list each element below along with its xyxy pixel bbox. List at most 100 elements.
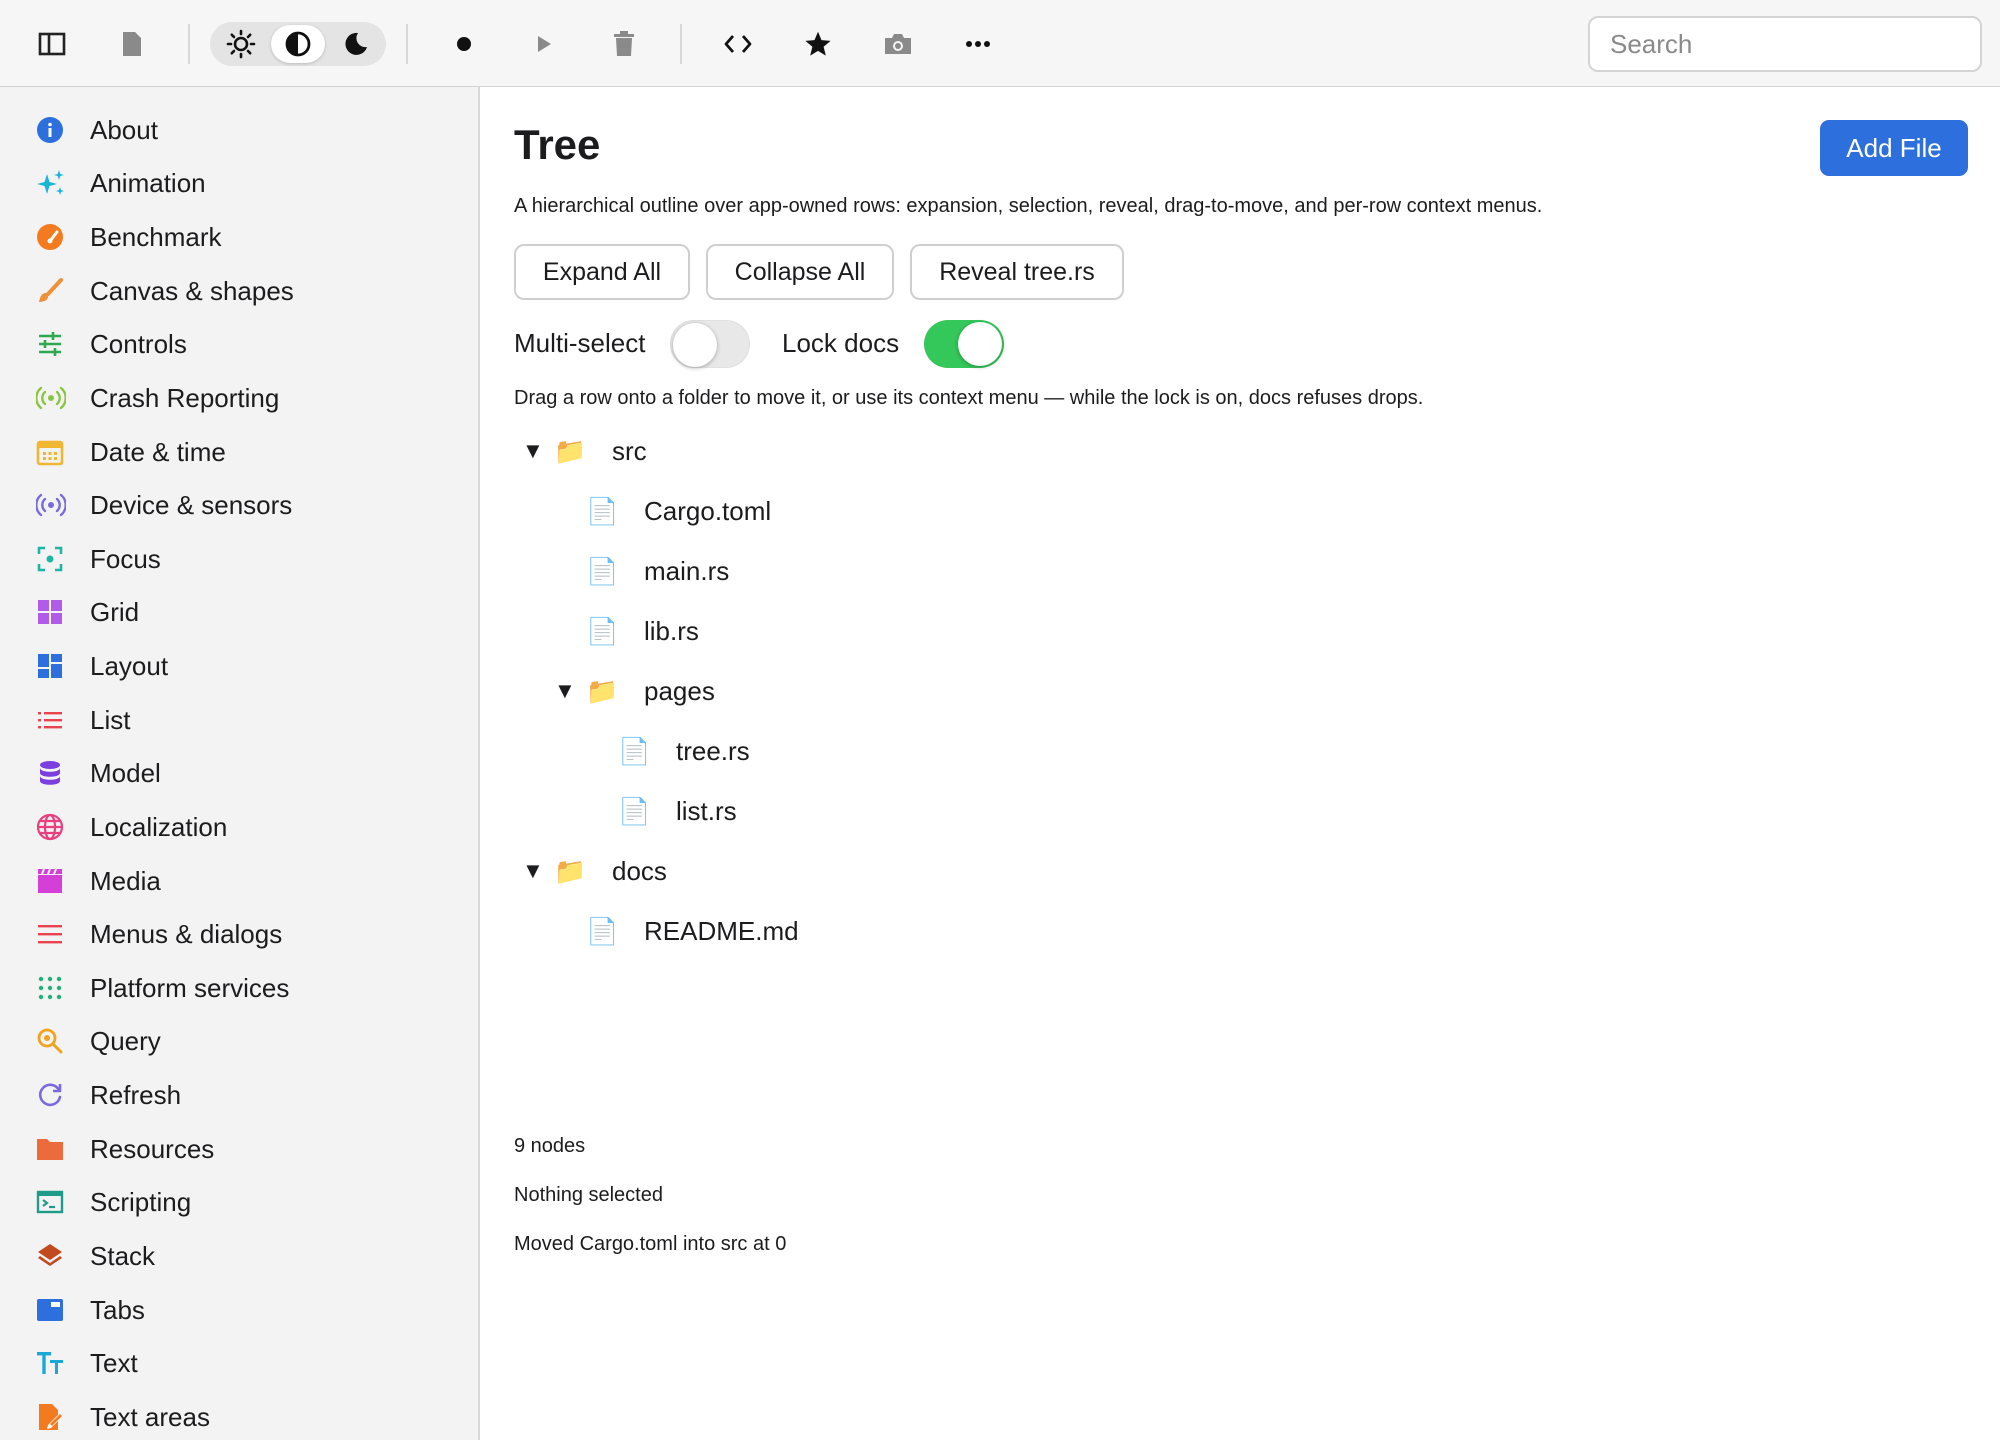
refresh-icon: [24, 1072, 80, 1118]
code-icon[interactable]: [714, 20, 762, 68]
tree-row-file[interactable]: 📄 main.rs: [586, 547, 729, 595]
more-icon[interactable]: [954, 20, 1002, 68]
tree-row-file[interactable]: 📄 README.md: [586, 907, 799, 955]
layout-icon: [24, 643, 80, 689]
sidebar-item-menus-dialogs[interactable]: Menus & dialogs: [24, 911, 464, 957]
star-icon[interactable]: [794, 20, 842, 68]
play-icon[interactable]: [520, 20, 568, 68]
sidebar-item-text-areas[interactable]: Text areas: [24, 1394, 464, 1440]
sidebar-item-about[interactable]: About: [24, 107, 464, 153]
sidebar-item-label: Platform services: [90, 972, 290, 1003]
text-icon: [24, 1340, 80, 1386]
sidebar-item-refresh[interactable]: Refresh: [24, 1072, 464, 1118]
sidebar-item-controls[interactable]: Controls: [24, 321, 464, 367]
sidebar-item-benchmark[interactable]: Benchmark: [24, 214, 464, 260]
sidebar-item-localization[interactable]: Localization: [24, 804, 464, 850]
stack-icon: [24, 1233, 80, 1279]
tree-node-label: README.md: [644, 915, 799, 946]
terminal-icon: [24, 1179, 80, 1225]
file-icon: 📄: [586, 495, 619, 526]
multi-select-label: Multi-select: [514, 328, 646, 358]
reveal-button[interactable]: Reveal tree.rs: [910, 244, 1124, 300]
tree-row-folder[interactable]: ▼ 📁 src: [522, 427, 647, 475]
tree-row-file[interactable]: 📄 Cargo.toml: [586, 487, 771, 535]
tree-node-label: main.rs: [644, 555, 730, 586]
sidebar-item-date-time[interactable]: Date & time: [24, 429, 464, 475]
document-icon[interactable]: [108, 20, 156, 68]
sidebar-item-label: Menus & dialogs: [90, 918, 283, 949]
sidebar-item-tabs[interactable]: Tabs: [24, 1287, 464, 1333]
tree-row-folder[interactable]: ▼ 📁 docs: [522, 847, 667, 895]
contrast-icon[interactable]: [271, 25, 325, 63]
sidebar-item-label: Text areas: [90, 1401, 210, 1432]
sidebar-item-media[interactable]: Media: [24, 858, 464, 904]
sidebar-item-scripting[interactable]: Scripting: [24, 1179, 464, 1225]
sidebar-item-label: Media: [90, 865, 161, 896]
disclosure-triangle-icon[interactable]: ▼: [554, 678, 586, 704]
sun-icon[interactable]: [214, 25, 268, 63]
sidebar-item-device-sensors[interactable]: Device & sensors: [24, 482, 464, 528]
node-count: 9 nodes: [514, 1135, 586, 1157]
sidebar-toggle-icon[interactable]: [28, 20, 76, 68]
sidebar-item-list[interactable]: List: [24, 697, 464, 743]
collapse-all-button[interactable]: Collapse All: [706, 244, 894, 300]
toggle-knob: [958, 322, 1002, 366]
toggle-knob: [673, 323, 717, 367]
sidebar-item-text[interactable]: Text: [24, 1340, 464, 1386]
sidebar-item-model[interactable]: Model: [24, 750, 464, 796]
folder-icon: 📁: [554, 855, 587, 886]
sidebar-item-label: Benchmark: [90, 221, 222, 252]
file-icon: 📄: [586, 555, 619, 586]
file-icon: 📄: [618, 795, 651, 826]
sidebar-item-label: Refresh: [90, 1079, 182, 1110]
disclosure-triangle-icon[interactable]: ▼: [522, 858, 554, 884]
sidebar-item-layout[interactable]: Layout: [24, 643, 464, 689]
tree-row-file[interactable]: 📄 lib.rs: [586, 607, 699, 655]
sidebar-item-label: Tabs: [90, 1294, 145, 1325]
moon-icon[interactable]: [328, 25, 382, 63]
sidebar-item-stack[interactable]: Stack: [24, 1233, 464, 1279]
tree-row-folder[interactable]: ▼ 📁 pages: [554, 667, 715, 715]
toolbar-divider: [680, 24, 682, 64]
magnifier-icon: [24, 1018, 80, 1064]
search-input[interactable]: [1588, 16, 1982, 72]
tree-row-file[interactable]: 📄 tree.rs: [618, 727, 750, 775]
menu-icon: [24, 911, 80, 957]
sidebar-item-label: Resources: [90, 1133, 215, 1164]
sidebar-item-focus[interactable]: Focus: [24, 536, 464, 582]
sidebar-item-animation[interactable]: Animation: [24, 160, 464, 206]
add-file-button[interactable]: Add File: [1820, 120, 1968, 176]
sidebar-item-resources[interactable]: Resources: [24, 1126, 464, 1172]
record-icon[interactable]: [440, 20, 488, 68]
page-description: A hierarchical outline over app-owned ro…: [514, 195, 1543, 217]
lock-docs-label: Lock docs: [782, 328, 900, 358]
sensor-icon: [24, 482, 80, 528]
disclosure-triangle-icon[interactable]: ▼: [522, 438, 554, 464]
focus-icon: [24, 536, 80, 582]
sidebar-item-query[interactable]: Query: [24, 1018, 464, 1064]
tree-node-label: src: [612, 435, 647, 466]
trash-icon[interactable]: [600, 20, 648, 68]
tabs-icon: [24, 1287, 80, 1333]
sidebar-item-label: Crash Reporting: [90, 382, 280, 413]
file-icon: 📄: [586, 915, 619, 946]
lock-docs-toggle[interactable]: [924, 320, 1004, 368]
sidebar-item-platform-services[interactable]: Platform services: [24, 965, 464, 1011]
sidebar-item-crash-reporting[interactable]: Crash Reporting: [24, 375, 464, 421]
globe-icon: [24, 804, 80, 850]
camera-icon[interactable]: [874, 20, 922, 68]
expand-all-button[interactable]: Expand All: [514, 244, 690, 300]
multi-select-toggle[interactable]: [670, 320, 750, 368]
text-area-icon: [24, 1394, 80, 1440]
sidebar-item-grid[interactable]: Grid: [24, 589, 464, 635]
file-icon: 📄: [586, 615, 619, 646]
toolbar-divider: [406, 24, 408, 64]
sidebar: About Animation Benchmark Canvas & shape…: [0, 87, 480, 1440]
toolbar: [0, 0, 2000, 87]
sidebar-item-label: Scripting: [90, 1186, 192, 1217]
sidebar-item-canvas-shapes[interactable]: Canvas & shapes: [24, 268, 464, 314]
tree-node-label: Cargo.toml: [644, 495, 772, 526]
clapper-icon: [24, 858, 80, 904]
tree-row-file[interactable]: 📄 list.rs: [618, 787, 737, 835]
sidebar-item-label: Canvas & shapes: [90, 275, 294, 306]
